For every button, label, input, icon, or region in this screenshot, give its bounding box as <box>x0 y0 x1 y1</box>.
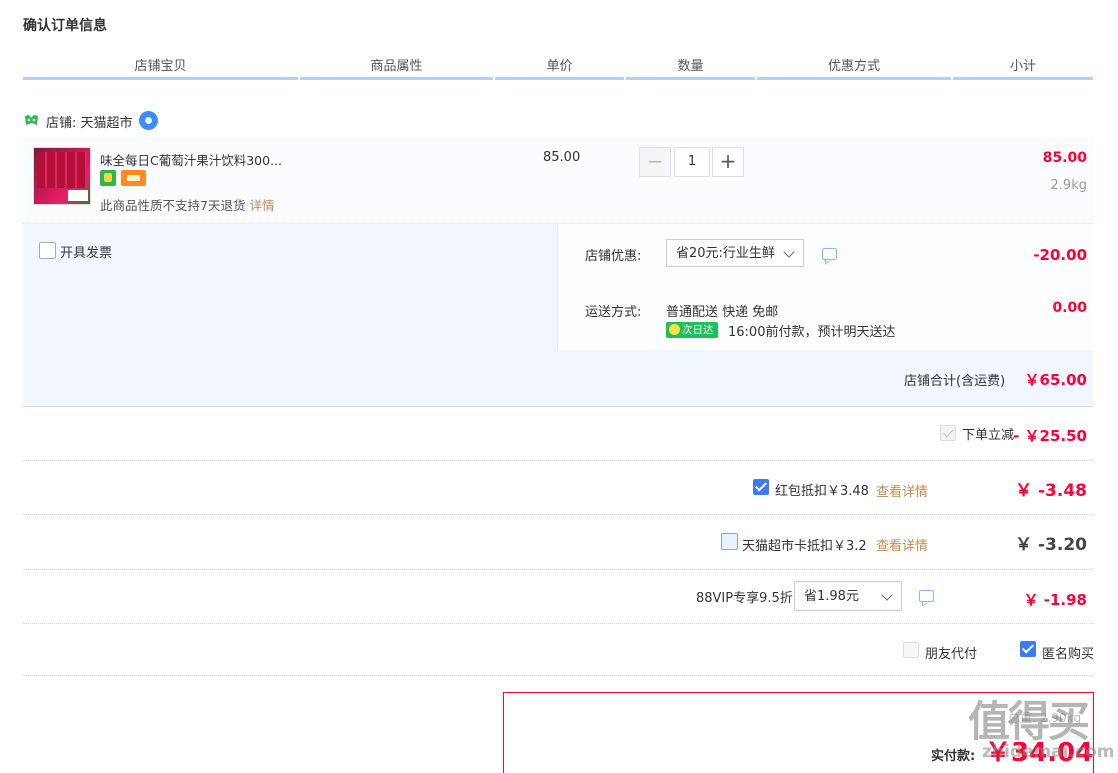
shop-discount-label: 店铺优惠: <box>585 249 642 264</box>
quantity-input[interactable]: 1 <box>674 147 710 177</box>
redpacket-label: 红包抵扣￥3.48 <box>775 484 869 499</box>
vip-discount-amount: ￥ -1.98 <box>1023 591 1087 609</box>
return-policy-detail-link[interactable]: 详情 <box>249 198 274 213</box>
row-divider <box>23 514 1093 516</box>
message-icon[interactable] <box>822 248 837 260</box>
shop-discount-amount: -20.00 <box>1033 246 1087 264</box>
redpacket-amount: ￥ -3.48 <box>1015 481 1087 501</box>
chevron-down-icon <box>783 246 795 258</box>
shop-discount-select[interactable]: 省20元:行业生鲜 <box>666 239 804 267</box>
next-day-badge: 次日达 <box>666 322 718 338</box>
shipping-label: 运送方式: <box>585 305 642 320</box>
item-subtotal: 85.00 <box>1042 150 1087 166</box>
th-unit-price: 单价 <box>495 58 624 80</box>
redpacket-checkbox[interactable] <box>753 479 769 495</box>
quantity-increase-button[interactable]: + <box>712 147 744 177</box>
th-quantity: 数量 <box>626 58 755 80</box>
chevron-down-icon <box>881 589 893 601</box>
watermark-logo: 值得买 <box>968 697 1090 746</box>
shop-total-amount: ￥65.00 <box>1024 371 1087 389</box>
page-title: 确认订单信息 <box>23 18 107 34</box>
vip-discount-label: 88VIP专享9.5折 <box>696 591 793 606</box>
quantity-decrease-button[interactable]: − <box>639 147 671 177</box>
row-divider <box>23 623 1093 625</box>
instant-discount-amount: - ￥25.50 <box>1013 427 1087 445</box>
invoice-checkbox[interactable] <box>39 242 56 259</box>
shop-icon <box>25 115 38 125</box>
wangwang-chat-icon[interactable] <box>139 111 158 130</box>
product-thumbnail[interactable] <box>33 147 91 205</box>
card-badge-icon <box>121 170 146 186</box>
redpacket-details-link[interactable]: 查看详情 <box>876 481 928 500</box>
table-header: 店铺宝贝 商品属性 单价 数量 优惠方式 小计 <box>23 58 1093 80</box>
next-day-badge-label: 次日达 <box>682 324 714 336</box>
lightning-icon <box>669 324 680 335</box>
anonymous-purchase-checkbox[interactable] <box>1020 641 1036 657</box>
friend-pay-checkbox[interactable] <box>903 642 919 658</box>
shop-discount-select-value: 省20元:行业生鲜 <box>676 246 775 261</box>
shipping-method: 普通配送 快递 免邮 <box>666 305 779 320</box>
return-policy-note: 此商品性质不支持7天退货 详情 <box>100 195 274 214</box>
vip-discount-select-value: 省1.98元 <box>804 589 859 604</box>
item-weight: 2.9kg <box>1050 178 1087 193</box>
friend-pay-label: 朋友代付 <box>925 647 978 662</box>
tmall-card-label: 天猫超市卡抵扣￥3.2 <box>742 539 867 554</box>
instant-discount-checkbox <box>940 425 956 441</box>
th-shop-item: 店铺宝贝 <box>23 58 298 80</box>
th-discount: 优惠方式 <box>757 58 951 80</box>
shop-name[interactable]: 店铺: 天猫超市 <box>46 112 133 131</box>
watermark-url: zhidemai.com <box>982 742 1115 762</box>
th-subtotal: 小计 <box>953 58 1093 80</box>
tmall-card-checkbox[interactable] <box>721 533 738 550</box>
shipping-amount: 0.00 <box>1052 300 1087 316</box>
product-name[interactable]: 味全每日C葡萄汁果汁饮料300... <box>100 150 282 169</box>
tmall-card-details-link[interactable]: 查看详情 <box>876 535 928 554</box>
row-divider <box>23 569 1093 571</box>
tmall-card-amount: ￥ -3.20 <box>1015 535 1087 555</box>
shop-total-label: 店铺合计(含运费) <box>904 374 1006 389</box>
th-attributes: 商品属性 <box>300 58 493 80</box>
row-divider <box>23 675 1093 677</box>
shipping-eta: 16:00前付款，预计明天送达 <box>728 325 896 340</box>
row-divider <box>23 460 1093 462</box>
message-icon[interactable] <box>919 590 934 602</box>
invoice-label[interactable]: 开具发票 <box>60 242 112 261</box>
anonymous-purchase-label: 匿名购买 <box>1042 647 1095 662</box>
unit-price: 85.00 <box>543 150 581 165</box>
return-policy-text: 此商品性质不支持7天退货 <box>100 198 246 213</box>
service-badge-icon <box>100 170 116 186</box>
vip-discount-select[interactable]: 省1.98元 <box>794 581 902 611</box>
divider <box>557 226 558 350</box>
